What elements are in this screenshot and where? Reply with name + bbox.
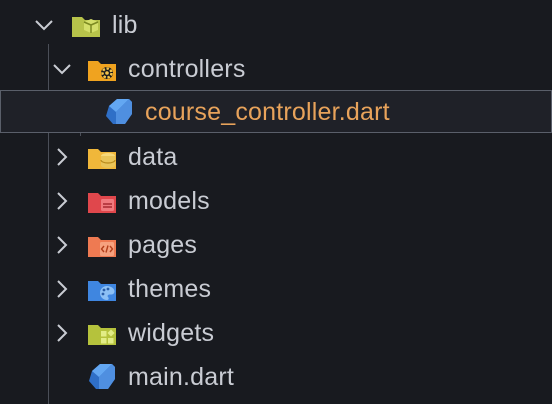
- chevron-right-icon[interactable]: [50, 321, 74, 345]
- file-explorer-tree: lib controllers course_controller.dart d…: [0, 0, 552, 404]
- tree-row-themes[interactable]: themes: [0, 267, 552, 311]
- controllers-folder-icon: [86, 53, 118, 85]
- file-label: course_controller.dart: [145, 97, 390, 126]
- folder-label: models: [128, 187, 210, 215]
- folder-label: themes: [128, 275, 212, 303]
- widgets-folder-icon: [86, 317, 118, 349]
- tree-row-lib[interactable]: lib: [0, 3, 552, 47]
- tree-row-widgets[interactable]: widgets: [0, 311, 552, 355]
- tree-row-controllers[interactable]: controllers: [0, 47, 552, 91]
- lib-folder-icon: [70, 9, 102, 41]
- chevron-right-icon[interactable]: [50, 189, 74, 213]
- chevron-down-icon[interactable]: [50, 57, 74, 81]
- data-folder-icon: [86, 141, 118, 173]
- chevron-right-icon[interactable]: [50, 145, 74, 169]
- dart-file-icon: [103, 96, 135, 128]
- tree-row-pages[interactable]: pages: [0, 223, 552, 267]
- folder-label: data: [128, 143, 178, 171]
- pages-folder-icon: [86, 229, 118, 261]
- chevron-right-icon[interactable]: [50, 277, 74, 301]
- dart-file-icon: [86, 361, 118, 393]
- chevron-right-icon[interactable]: [50, 233, 74, 257]
- tree-row-data[interactable]: data: [0, 135, 552, 179]
- themes-folder-icon: [86, 273, 118, 305]
- file-label: main.dart: [128, 363, 235, 391]
- folder-label: widgets: [128, 319, 215, 347]
- models-folder-icon: [86, 185, 118, 217]
- chevron-down-icon[interactable]: [32, 13, 56, 37]
- folder-label: pages: [128, 231, 198, 259]
- tree-row-models[interactable]: models: [0, 179, 552, 223]
- folder-label: lib: [112, 11, 138, 39]
- folder-label: controllers: [128, 55, 246, 83]
- tree-row-course-controller[interactable]: course_controller.dart: [0, 90, 552, 133]
- tree-row-main-dart[interactable]: main.dart: [0, 355, 552, 399]
